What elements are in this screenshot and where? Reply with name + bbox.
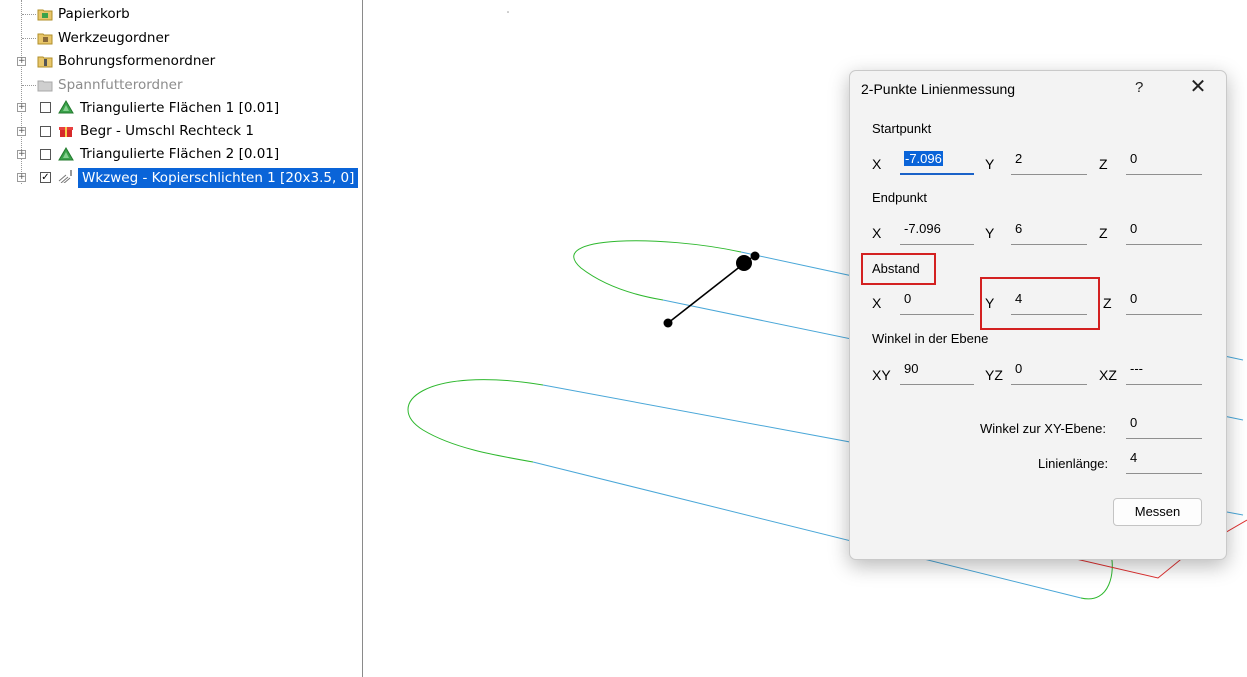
linienlaenge-label: Linienlänge: [1038,456,1109,471]
linienlaenge-field[interactable]: 4 [1126,448,1202,474]
angle-xy-field[interactable]: 90 [900,359,974,385]
expand-icon[interactable]: + [17,173,26,182]
toolpath-icon [58,170,72,183]
start-z-field[interactable]: 0 [1126,149,1202,175]
dialog-title: 2-Punkte Linienmessung [861,81,1016,97]
close-icon[interactable]: ✕ [1186,75,1210,99]
tree-item-triangulierte-flaechen-1[interactable]: Triangulierte Flächen 1 [0.01] [80,98,279,118]
tree-item-spannfutterordner[interactable]: Spannfutterordner [58,75,183,95]
start-x-label: X [872,156,882,172]
angle-xz-field[interactable]: --- [1126,359,1202,385]
angle-xz-label: XZ [1099,367,1117,383]
startpunkt-label: Startpunkt [872,121,932,136]
expand-icon[interactable]: + [17,150,26,159]
winkel-label: Winkel in der Ebene [872,331,989,346]
dist-y-label: Y [985,295,995,311]
toolpath-arc-green [573,240,742,301]
measurement-start-point [663,318,673,328]
chuck-folder-icon [37,80,53,92]
dist-y-field[interactable]: 4 [1011,289,1087,315]
boundary-gift-icon [59,127,73,137]
tree-connector [22,85,36,86]
tree-item-triangulierte-flaechen-2[interactable]: Triangulierte Flächen 2 [0.01] [80,144,279,164]
tree-item-bohrungsformenordner[interactable]: Bohrungsformenordner [58,51,215,71]
dist-z-label: Z [1103,295,1112,311]
end-x-field[interactable]: -7.096 [900,219,974,245]
viewport-dot [507,11,509,13]
winkel-xy-ebene-label: Winkel zur XY-Ebene: [980,421,1106,436]
end-z-label: Z [1099,225,1108,241]
abstand-label: Abstand [872,261,920,276]
winkel-xy-ebene-field[interactable]: 0 [1126,413,1202,439]
expand-icon[interactable]: + [17,57,26,66]
visibility-checkbox[interactable] [40,149,51,160]
start-y-field[interactable]: 2 [1011,149,1087,175]
dist-x-label: X [872,295,882,311]
tree-item-begr-umschl-rechteck-1[interactable]: Begr - Umschl Rechteck 1 [80,121,254,141]
visibility-checkbox[interactable] [40,126,51,137]
tree-connector [22,38,36,39]
measure-dialog: 2-Punkte Linienmessung ? ✕ Startpunkt X … [849,70,1227,560]
tree-connector [22,14,36,15]
endpunkt-label: Endpunkt [872,190,927,205]
project-tree-panel: Papierkorb Werkzeugordner + Bohrungsform… [0,0,363,677]
start-x-value: -7.096 [904,151,943,166]
recycle-bin-folder-icon [37,9,53,21]
expand-icon[interactable]: + [17,127,26,136]
tree-item-papierkorb[interactable]: Papierkorb [58,4,130,24]
measure-button[interactable]: Messen [1113,498,1202,526]
visibility-checkbox-checked[interactable]: ✓ [40,172,51,183]
triangle-surface-icon [58,147,74,161]
hole-shape-folder-icon [37,56,53,68]
start-x-field[interactable]: -7.096 [900,149,974,175]
triangle-surface-icon [58,100,74,114]
start-y-label: Y [985,156,995,172]
end-y-field[interactable]: 6 [1011,219,1087,245]
measurement-end-point-marker [750,251,760,261]
tree-item-wkzweg-kopierschlichten-1[interactable]: Wkzweg - Kopierschlichten 1 [20x3.5, 0] [78,168,359,188]
toolpath-arc-green [407,379,544,463]
end-z-field[interactable]: 0 [1126,219,1202,245]
dist-x-field[interactable]: 0 [900,289,974,315]
end-y-label: Y [985,225,995,241]
angle-yz-field[interactable]: 0 [1011,359,1087,385]
help-button[interactable]: ? [1135,79,1143,96]
expand-icon[interactable]: + [17,103,26,112]
dist-z-field[interactable]: 0 [1126,289,1202,315]
angle-yz-label: YZ [985,367,1003,383]
end-x-label: X [872,225,882,241]
measurement-end-point [736,255,752,271]
angle-xy-label: XY [872,367,891,383]
tree-item-werkzeugordner[interactable]: Werkzeugordner [58,28,169,48]
visibility-checkbox[interactable] [40,102,51,113]
start-z-label: Z [1099,156,1108,172]
tool-folder-icon [37,33,53,45]
